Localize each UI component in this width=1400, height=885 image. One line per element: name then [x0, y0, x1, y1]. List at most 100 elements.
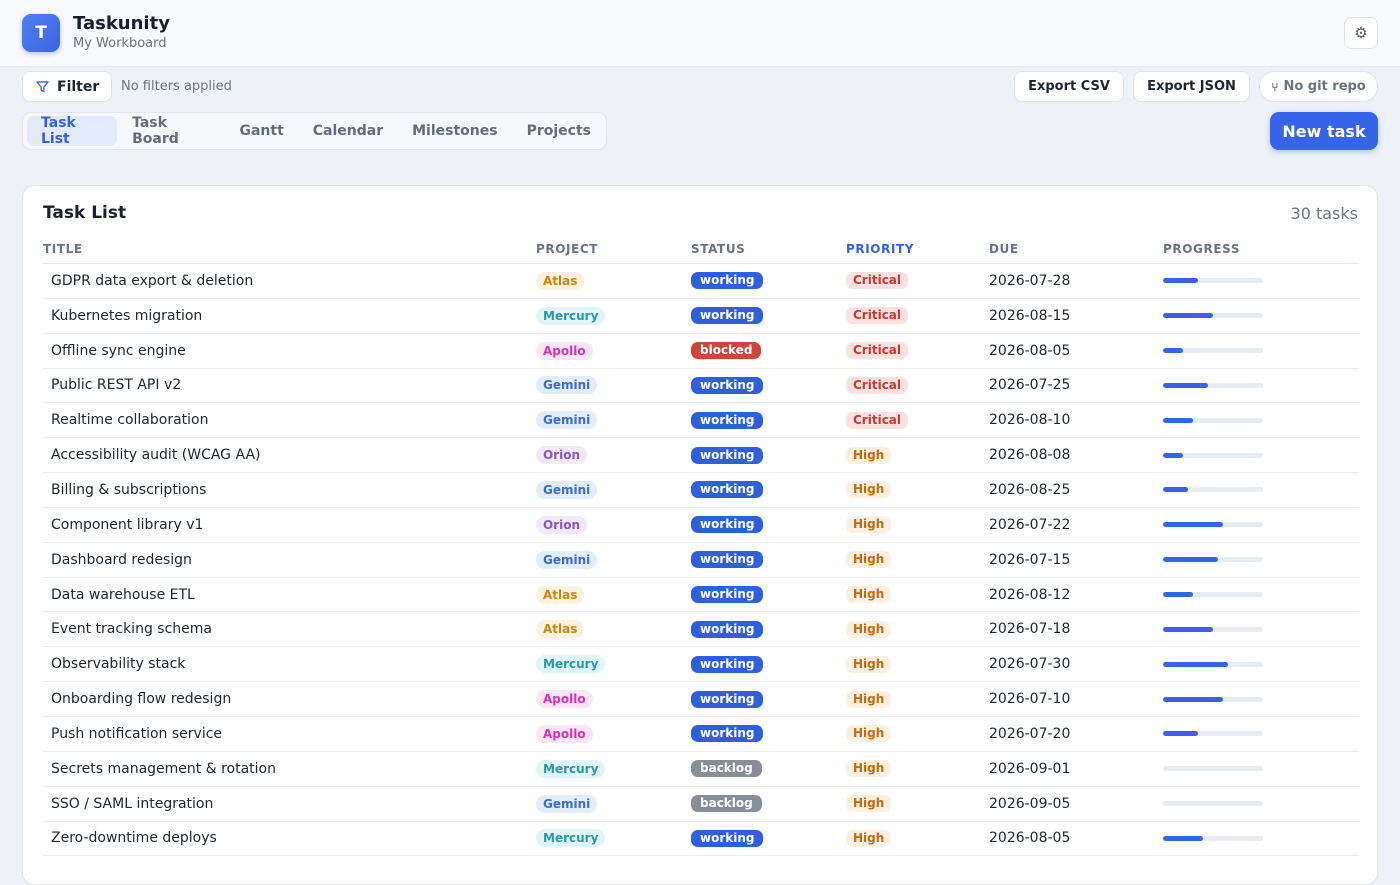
column-header-progress[interactable]: PROGRESS — [1163, 242, 1240, 256]
task-title[interactable]: Zero-downtime deploys — [51, 822, 217, 856]
table-row[interactable]: Dashboard redesign Gemini working High 2026-… — [43, 543, 1359, 578]
task-title[interactable]: Event tracking schema — [51, 612, 212, 646]
status-badge[interactable]: working — [691, 690, 764, 708]
app-subtitle: My Workboard — [73, 36, 167, 51]
progress-bar-fill — [1163, 348, 1183, 354]
export-csv-button[interactable]: Export CSV — [1014, 71, 1124, 102]
task-title[interactable]: Accessibility audit (WCAG AA) — [51, 438, 260, 472]
task-title[interactable]: Data warehouse ETL — [51, 578, 195, 612]
status-cell: working — [691, 647, 764, 681]
table-row[interactable]: Accessibility audit (WCAG AA) Orion workin… — [43, 438, 1359, 474]
settings-button[interactable]: ⚙ — [1344, 17, 1378, 49]
column-header-due[interactable]: DUE — [989, 242, 1019, 256]
table-row[interactable]: GDPR data export & deletion Atlas working C… — [43, 264, 1359, 299]
progress-bar — [1163, 835, 1263, 841]
task-title[interactable]: Realtime collaboration — [51, 403, 209, 437]
priority-cell: High — [846, 508, 892, 542]
priority-cell: High — [846, 612, 892, 646]
project-cell: Atlas — [536, 612, 585, 646]
table-row[interactable]: SSO / SAML integration Gemini backlog High 2… — [43, 787, 1359, 822]
status-cell: working — [691, 612, 764, 646]
status-badge[interactable]: working — [691, 620, 764, 638]
status-badge[interactable]: working — [691, 446, 764, 464]
status-badge[interactable]: backlog — [691, 760, 762, 778]
column-header-priority[interactable]: PRIORITY — [846, 242, 914, 256]
task-title[interactable]: Component library v1 — [51, 508, 203, 542]
due-date: 2026-08-10 — [989, 412, 1071, 429]
status-badge[interactable]: working — [691, 655, 764, 673]
export-json-button[interactable]: Export JSON — [1133, 71, 1250, 102]
project-cell: Gemini — [536, 403, 598, 437]
task-title[interactable]: Push notification service — [51, 717, 222, 751]
task-title[interactable]: Secrets management & rotation — [51, 752, 276, 786]
column-header-project[interactable]: PROJECT — [536, 242, 598, 256]
project-badge: Mercury — [536, 655, 606, 674]
due-date: 2026-09-05 — [989, 795, 1071, 812]
git-repo-button[interactable]: ⑂ No git repo — [1259, 71, 1378, 102]
column-header-title[interactable]: TITLE — [43, 242, 83, 256]
tab-task-list[interactable]: Task List — [27, 115, 118, 147]
project-badge: Orion — [536, 446, 588, 465]
table-row[interactable]: Onboarding flow redesign Apollo working Hig… — [43, 682, 1359, 717]
task-title[interactable]: GDPR data export & deletion — [51, 264, 253, 298]
status-badge[interactable]: working — [691, 725, 764, 743]
table-row[interactable]: Zero-downtime deploys Mercury working High 2… — [43, 822, 1359, 857]
status-badge[interactable]: working — [691, 376, 764, 394]
tab-task-board[interactable]: Task Board — [118, 115, 224, 147]
project-cell: Apollo — [536, 717, 593, 751]
progress-cell — [1163, 647, 1263, 681]
status-badge[interactable]: working — [691, 307, 764, 325]
table-row[interactable]: Event tracking schema Atlas working High 202… — [43, 612, 1359, 648]
table-row[interactable]: Observability stack Mercury working High 202… — [43, 647, 1359, 683]
project-badge: Apollo — [536, 341, 593, 360]
tab-gantt[interactable]: Gantt — [225, 116, 297, 146]
filter-button[interactable]: Filter — [22, 71, 112, 102]
status-badge[interactable]: working — [691, 516, 764, 534]
project-cell: Atlas — [536, 578, 585, 612]
due-date: 2026-09-01 — [989, 760, 1071, 777]
task-title[interactable]: Observability stack — [51, 647, 185, 681]
due-date: 2026-07-22 — [989, 516, 1071, 533]
status-badge[interactable]: working — [691, 411, 764, 429]
due-date: 2026-08-05 — [989, 830, 1071, 847]
status-badge[interactable]: working — [691, 586, 764, 604]
project-cell: Gemini — [536, 543, 598, 577]
table-row[interactable]: Billing & subscriptions Gemini working High… — [43, 473, 1359, 508]
table-row[interactable]: Push notification service Apollo working Hi… — [43, 717, 1359, 752]
status-badge[interactable]: working — [691, 551, 764, 569]
status-badge[interactable]: working — [691, 829, 764, 847]
new-task-button[interactable]: New task — [1270, 112, 1378, 150]
status-badge[interactable]: working — [691, 481, 764, 499]
app-header: T Taskunity My Workboard ⚙ — [0, 0, 1400, 67]
task-title[interactable]: Kubernetes migration — [51, 299, 202, 333]
project-badge: Gemini — [536, 376, 598, 395]
tab-milestones[interactable]: Milestones — [398, 116, 511, 146]
table-row[interactable]: Component library v1 Orion working High 2026… — [43, 508, 1359, 543]
table-row[interactable]: Data warehouse ETL Atlas working High 2026-0… — [43, 578, 1359, 613]
task-title[interactable]: Dashboard redesign — [51, 543, 192, 577]
status-badge[interactable]: backlog — [691, 795, 762, 813]
status-cell: working — [691, 403, 764, 437]
due-date: 2026-08-15 — [989, 307, 1071, 324]
table-row[interactable]: Kubernetes migration Mercury working Critic… — [43, 299, 1359, 334]
due-date: 2026-07-15 — [989, 551, 1071, 568]
task-list-card: Task List 30 tasks TITLE PROJECT STATUS … — [22, 185, 1378, 885]
task-title[interactable]: Offline sync engine — [51, 334, 186, 368]
task-title[interactable]: Billing & subscriptions — [51, 473, 206, 507]
filter-button-label: Filter — [57, 78, 100, 95]
status-badge[interactable]: blocked — [691, 342, 762, 360]
table-row[interactable]: Secrets management & rotation Mercury back… — [43, 752, 1359, 787]
priority-badge: High — [846, 760, 892, 778]
view-tabs: Task List Task Board Gantt Calendar Mileston… — [22, 112, 607, 150]
tab-projects[interactable]: Projects — [513, 116, 605, 146]
task-title[interactable]: SSO / SAML integration — [51, 787, 213, 821]
task-title[interactable]: Onboarding flow redesign — [51, 682, 231, 716]
status-badge[interactable]: working — [691, 272, 764, 290]
table-row[interactable]: Offline sync engine Apollo blocked Critical… — [43, 334, 1359, 369]
table-row[interactable]: Realtime collaboration Gemini working Criti… — [43, 403, 1359, 439]
table-row[interactable]: Public REST API v2 Gemini working Critical 2… — [43, 369, 1359, 404]
tab-calendar[interactable]: Calendar — [299, 116, 397, 146]
task-title[interactable]: Public REST API v2 — [51, 369, 181, 403]
column-header-status[interactable]: STATUS — [691, 242, 745, 256]
status-cell: working — [691, 578, 764, 612]
